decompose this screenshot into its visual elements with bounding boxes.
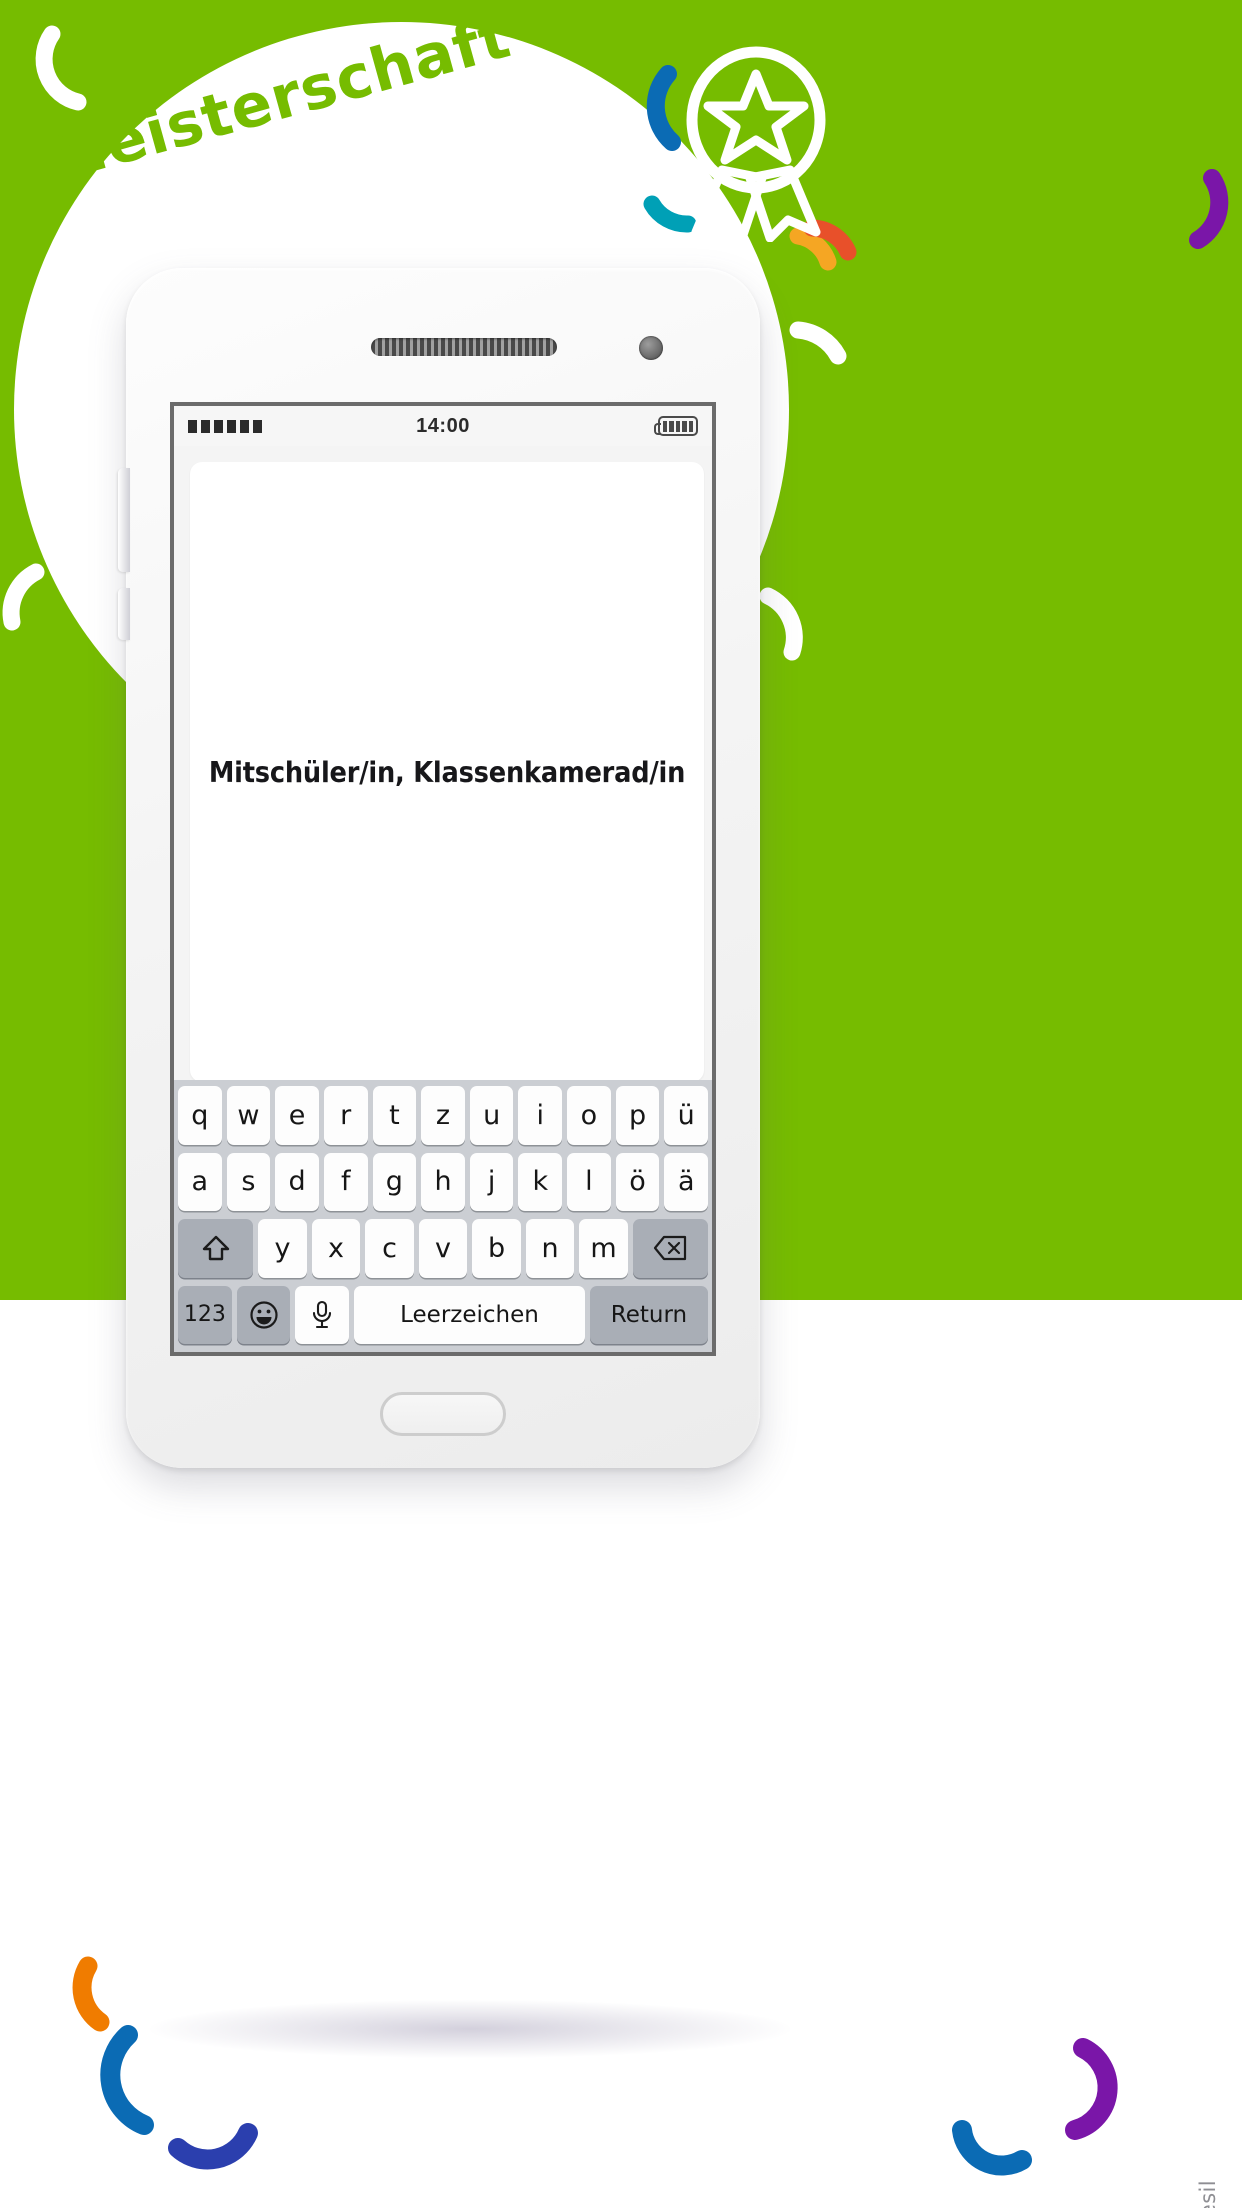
home-button[interactable] [380, 1392, 506, 1436]
flashcard-term: Mitschüler/in, Klassenkamerad/in [208, 755, 686, 789]
key-p[interactable]: p [615, 1086, 660, 1145]
power-button[interactable] [118, 588, 130, 640]
key-a[interactable]: a [177, 1152, 222, 1211]
key-f[interactable]: f [323, 1152, 368, 1211]
image-credit: Bild: shutterstock/Can Yesil [1196, 2180, 1220, 2208]
confetti-arc-blue-bottom-right [952, 2120, 1032, 2176]
key-u-umlaut[interactable]: ü [664, 1086, 709, 1145]
key-m[interactable]: m [579, 1219, 628, 1278]
flashcard[interactable]: Mitschüler/in, Klassenkamerad/in [190, 462, 704, 1082]
key-q[interactable]: q [177, 1086, 222, 1145]
key-h[interactable]: h [421, 1152, 465, 1211]
key-w[interactable]: w [226, 1086, 271, 1145]
return-key[interactable]: Return [589, 1285, 709, 1344]
keyboard-row-1: q w e r t z u i o p ü [177, 1086, 709, 1145]
keyboard-row-4: 123 Leerzeichen Return [178, 1285, 709, 1344]
key-l[interactable]: l [567, 1152, 611, 1211]
on-screen-keyboard[interactable]: q w e r t z u i o p ü a s d f g h j k l … [174, 1080, 712, 1352]
key-s[interactable]: s [226, 1152, 271, 1211]
screenshot-root: Meisterschaft 14:00 Mitschüler/in, Klass… [0, 0, 1242, 2208]
phone-device: 14:00 Mitschüler/in, Klassenkamerad/in c… [118, 268, 760, 1468]
emoji-key[interactable] [236, 1285, 291, 1344]
key-d[interactable]: d [275, 1152, 319, 1211]
backspace-delete-icon [654, 1236, 687, 1261]
key-k[interactable]: k [518, 1152, 563, 1211]
key-t[interactable]: t [372, 1086, 417, 1145]
key-b[interactable]: b [472, 1219, 521, 1278]
key-e[interactable]: e [275, 1086, 319, 1145]
space-key[interactable]: Leerzeichen [354, 1285, 585, 1344]
key-a-umlaut[interactable]: ä [664, 1152, 709, 1211]
front-camera-icon [639, 336, 663, 360]
phone-drop-shadow [150, 2000, 790, 2058]
key-o-umlaut[interactable]: ö [615, 1152, 660, 1211]
status-bar: 14:00 [174, 406, 712, 446]
numeric-key[interactable]: 123 [178, 1285, 232, 1344]
shift-key[interactable] [178, 1219, 254, 1278]
key-o[interactable]: o [567, 1086, 611, 1145]
key-r[interactable]: r [323, 1086, 368, 1145]
confetti-arc-indigo-bottom [168, 2123, 258, 2170]
confetti-arc-purple-bottom-right [1065, 2038, 1118, 2140]
microphone-icon [313, 1300, 332, 1328]
backspace-key[interactable] [632, 1219, 709, 1278]
key-z[interactable]: z [421, 1086, 465, 1145]
phone-screen: 14:00 Mitschüler/in, Klassenkamerad/in c… [170, 402, 716, 1356]
key-y[interactable]: y [258, 1219, 307, 1278]
key-g[interactable]: g [372, 1152, 417, 1211]
key-i[interactable]: i [518, 1086, 563, 1145]
key-j[interactable]: j [469, 1152, 514, 1211]
keyboard-row-2: a s d f g h j k l ö ä [177, 1152, 709, 1211]
shift-arrow-icon [202, 1236, 229, 1261]
key-v[interactable]: v [418, 1219, 468, 1278]
key-u[interactable]: u [469, 1086, 514, 1145]
key-n[interactable]: n [525, 1219, 575, 1278]
emoji-smiley-icon [249, 1301, 278, 1329]
confetti-arc-orange-bottom [72, 1956, 110, 2032]
key-c[interactable]: c [365, 1219, 414, 1278]
battery-full-icon [654, 416, 698, 436]
status-bar-clock: 14:00 [416, 414, 470, 437]
award-medal-star-icon [686, 46, 826, 242]
volume-button[interactable] [118, 468, 130, 572]
confetti-arc-blue-bottom [100, 2025, 154, 2135]
speaker-grille-icon [371, 338, 557, 356]
microphone-key[interactable] [295, 1285, 350, 1344]
keyboard-row-3: y x c v b n m [178, 1219, 709, 1278]
key-x[interactable]: x [311, 1219, 361, 1278]
